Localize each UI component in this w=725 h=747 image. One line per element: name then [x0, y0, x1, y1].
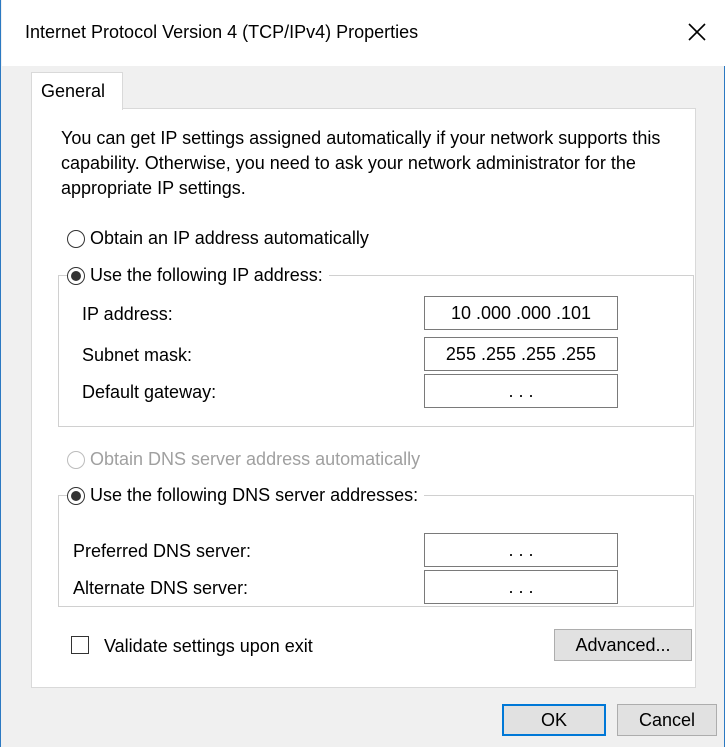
use-following-dns-label: Use the following DNS server addresses: — [90, 485, 419, 505]
window-title: Internet Protocol Version 4 (TCP/IPv4) P… — [25, 22, 419, 42]
tab-general-label: General — [41, 81, 106, 101]
general-tab-panel: You can get IP settings assigned automat… — [31, 108, 696, 688]
obtain-ip-automatically-label: Obtain an IP address automatically — [90, 228, 369, 248]
obtain-dns-automatically-label: Obtain DNS server address automatically — [90, 449, 421, 469]
use-following-dns-radio[interactable]: Use the following DNS server addresses: — [67, 485, 425, 506]
alternate-dns-label: Alternate DNS server: — [73, 578, 249, 598]
dns-server-group: Preferred DNS server: . . . Alternate DN… — [58, 495, 694, 607]
ipv4-properties-dialog: Internet Protocol Version 4 (TCP/IPv4) P… — [0, 0, 725, 747]
ip-address-label: IP address: — [82, 304, 173, 324]
alternate-dns-input[interactable]: . . . — [424, 570, 618, 604]
intro-text: You can get IP settings assigned automat… — [61, 128, 661, 198]
subnet-mask-input[interactable]: 255 .255 .255 .255 — [424, 337, 618, 371]
default-gateway-label: Default gateway: — [82, 382, 217, 402]
ok-button[interactable]: OK — [502, 704, 606, 736]
ip-address-input[interactable]: 10 .000 .000 .101 — [424, 296, 618, 330]
obtain-ip-automatically-radio[interactable]: Obtain an IP address automatically — [67, 228, 375, 249]
radio-circle-disabled — [67, 450, 85, 469]
radio-circle-selected — [67, 486, 85, 505]
default-gateway-input[interactable]: . . . — [424, 374, 618, 408]
radio-circle-selected — [67, 266, 85, 285]
ip-address-group: IP address: 10 .000 .000 .101 Subnet mas… — [58, 275, 694, 427]
radio-circle — [67, 229, 85, 248]
advanced-button[interactable]: Advanced... — [554, 629, 692, 661]
tab-general[interactable]: General — [31, 72, 123, 110]
obtain-dns-automatically-radio[interactable]: Obtain DNS server address automatically — [67, 449, 427, 470]
validate-settings-checkbox[interactable] — [71, 636, 89, 654]
cancel-button[interactable]: Cancel — [617, 704, 717, 736]
close-icon[interactable] — [679, 14, 715, 50]
title-bar: Internet Protocol Version 4 (TCP/IPv4) P… — [2, 0, 725, 66]
use-following-ip-label: Use the following IP address: — [90, 265, 323, 285]
use-following-ip-radio[interactable]: Use the following IP address: — [67, 265, 329, 286]
preferred-dns-label: Preferred DNS server: — [73, 541, 252, 561]
preferred-dns-input[interactable]: . . . — [424, 533, 618, 567]
validate-settings-label: Validate settings upon exit — [104, 636, 313, 656]
subnet-mask-label: Subnet mask: — [82, 345, 193, 365]
